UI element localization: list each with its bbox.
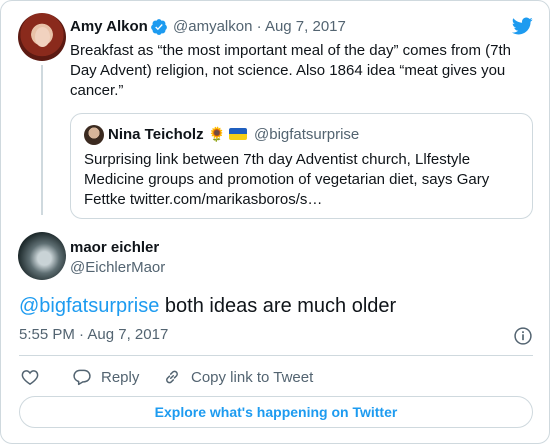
mention-link[interactable]: @bigfatsurprise — [19, 295, 159, 317]
timestamp-separator: · — [79, 326, 85, 343]
reply-label: Reply — [101, 368, 140, 386]
sunflower-emoji: 🌻 — [208, 126, 226, 142]
copy-link-label: Copy link to Tweet — [191, 368, 314, 386]
verified-badge-icon — [151, 19, 167, 35]
twitter-bird-icon[interactable] — [510, 15, 534, 37]
like-button[interactable] — [20, 366, 49, 388]
quoted-tweet-text: Surprising link between 7th day Adventis… — [84, 151, 490, 208]
avatar-nina-teicholz — [84, 125, 104, 145]
copy-link-button[interactable]: Copy link to Tweet — [162, 366, 313, 388]
parent-handle-date[interactable]: @amyalkon · Aug 7, 2017 — [173, 18, 346, 35]
embedded-tweet-card: Amy Alkon @amyalkon · Aug 7, 2017 Breakf… — [0, 0, 550, 444]
ukraine-flag-emoji — [229, 128, 247, 140]
parent-author-name[interactable]: Amy Alkon — [70, 18, 148, 35]
thread-connector-line — [41, 65, 43, 215]
parent-handle[interactable]: @amyalkon — [173, 18, 252, 35]
quoted-handle: @bigfatsurprise — [254, 126, 360, 143]
reply-tweet-text: @bigfatsurprise both ideas are much olde… — [19, 294, 396, 318]
reply-body: both ideas are much older — [159, 295, 397, 317]
link-icon — [166, 370, 178, 384]
avatar-amy-alkon[interactable] — [18, 13, 66, 61]
meta-separator: · — [256, 18, 262, 35]
quoted-tweet[interactable]: Nina Teicholz 🌻 @bigfatsurprise Surprisi… — [70, 113, 533, 219]
actions-divider — [19, 355, 533, 356]
reply-handle[interactable]: @EichlerMaor — [70, 259, 165, 276]
reply-timestamp[interactable]: 5:55 PM · Aug 7, 2017 — [19, 326, 168, 343]
parent-tweet-text: Breakfast as “the most important meal of… — [70, 42, 512, 99]
heart-icon — [21, 370, 39, 385]
parent-date[interactable]: Aug 7, 2017 — [265, 18, 346, 35]
reply-bubble-icon — [73, 369, 91, 386]
explore-twitter-button[interactable]: Explore what's happening on Twitter — [19, 396, 533, 428]
quoted-author-name: Nina Teicholz — [108, 126, 204, 143]
reply-author-name[interactable]: maor eichler — [70, 239, 159, 256]
info-icon[interactable] — [513, 326, 533, 346]
reply-button[interactable]: Reply — [72, 366, 139, 388]
avatar-maor-eichler[interactable] — [18, 232, 66, 280]
reply-date[interactable]: Aug 7, 2017 — [87, 326, 168, 343]
reply-time[interactable]: 5:55 PM — [19, 326, 75, 343]
